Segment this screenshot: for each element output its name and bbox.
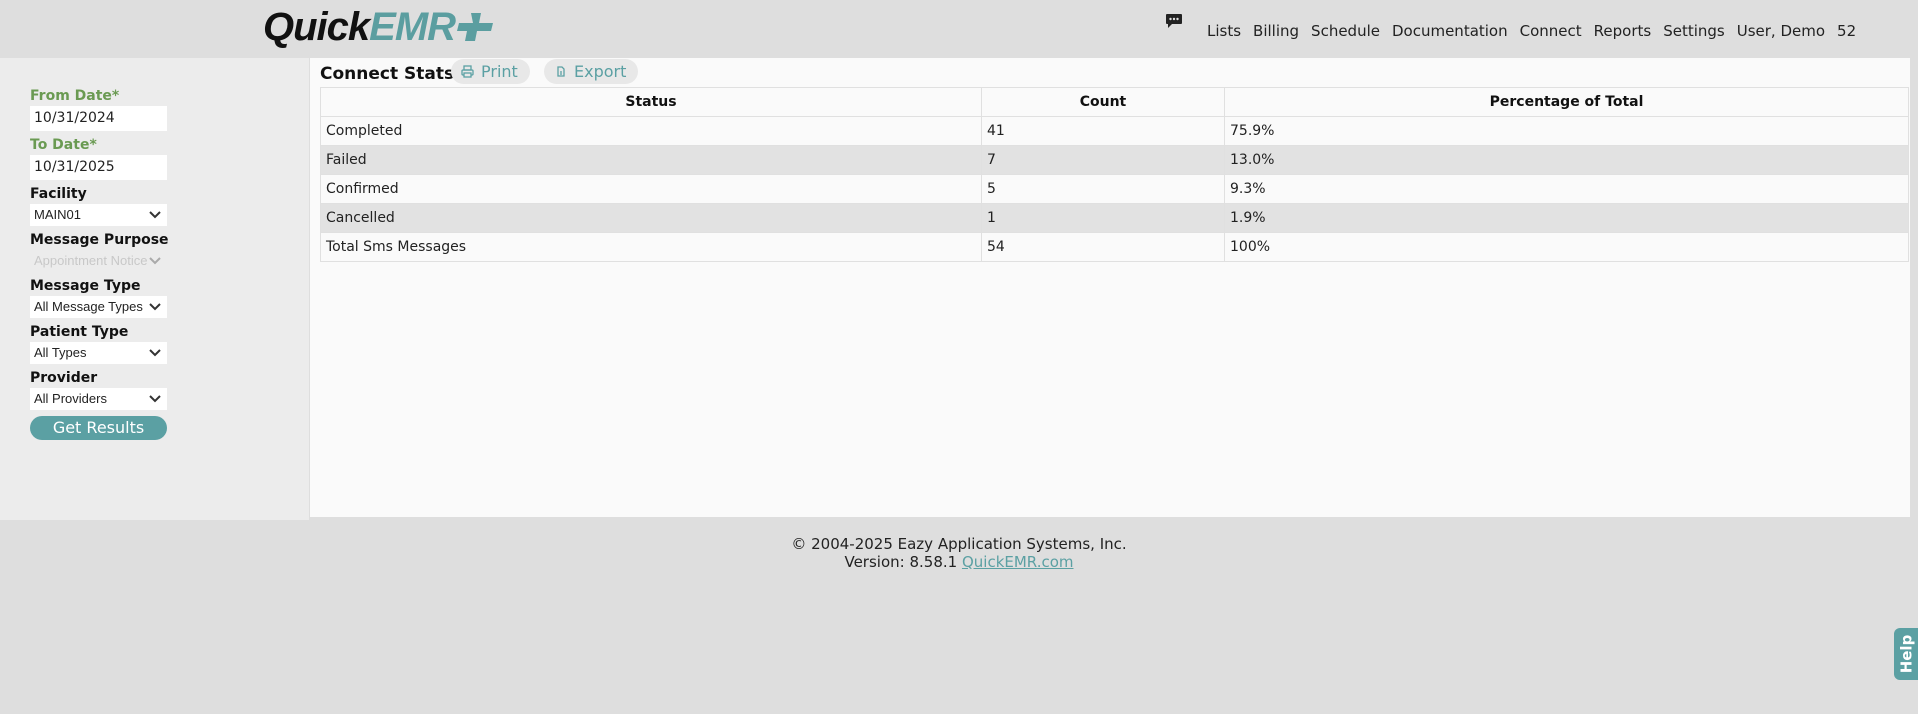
quickemr-logo[interactable]: Quick EMR: [263, 4, 497, 49]
cell-status: Total Sms Messages: [320, 232, 982, 262]
export-label: Export: [574, 62, 627, 81]
nav-documentation[interactable]: Documentation: [1392, 22, 1508, 40]
nav-settings[interactable]: Settings: [1663, 22, 1725, 40]
provider-select[interactable]: All Providers: [30, 388, 167, 410]
from-date-input[interactable]: 10/31/2024: [30, 106, 167, 131]
provider-select-value: All Providers: [34, 391, 107, 406]
cell-count: 54: [981, 232, 1225, 262]
filter-sidebar: From Date* 10/31/2024 To Date* 10/31/202…: [0, 58, 309, 520]
printer-icon: [461, 65, 474, 78]
to-date-label: To Date*: [30, 137, 97, 153]
patient-type-label: Patient Type: [30, 324, 129, 340]
header-status[interactable]: Status: [320, 87, 982, 117]
logo-plus-icon: [457, 13, 494, 41]
help-tab[interactable]: Help: [1894, 628, 1918, 680]
footer-site-link[interactable]: QuickEMR.com: [962, 553, 1074, 571]
footer-version-text: Version: 8.58.1: [844, 553, 958, 571]
table-row: Cancelled 1 1.9%: [320, 203, 1909, 233]
nav-user-menu[interactable]: User, Demo: [1737, 22, 1825, 40]
chevron-down-icon: [149, 257, 161, 265]
stats-table: Status Count Percentage of Total Complet…: [320, 87, 1909, 262]
cell-percentage: 75.9%: [1224, 116, 1909, 146]
to-date-input[interactable]: 10/31/2025: [30, 155, 167, 180]
table-row: Confirmed 5 9.3%: [320, 174, 1909, 204]
page-footer: © 2004-2025 Eazy Application Systems, In…: [0, 535, 1918, 571]
report-panel: Connect Stats Print Export Status Count …: [310, 58, 1910, 517]
help-label: Help: [1897, 634, 1916, 674]
cell-percentage: 13.0%: [1224, 145, 1909, 175]
from-date-label: From Date*: [30, 88, 120, 104]
table-row: Completed 41 75.9%: [320, 116, 1909, 146]
table-row: Failed 7 13.0%: [320, 145, 1909, 175]
message-type-value: All Message Types: [34, 299, 143, 314]
cell-status: Failed: [320, 145, 982, 175]
facility-select-value: MAIN01: [34, 207, 81, 222]
chevron-down-icon: [149, 395, 161, 403]
logo-emr-text: EMR: [369, 4, 456, 49]
table-header-row: Status Count Percentage of Total: [320, 87, 1909, 117]
table-row-total: Total Sms Messages 54 100%: [320, 232, 1909, 262]
nav-reports[interactable]: Reports: [1594, 22, 1652, 40]
facility-label: Facility: [30, 186, 87, 202]
patient-type-value: All Types: [34, 345, 87, 360]
cell-count: 7: [981, 145, 1225, 175]
cell-count: 5: [981, 174, 1225, 204]
chat-bubble-icon[interactable]: [1165, 13, 1183, 29]
cell-count: 41: [981, 116, 1225, 146]
header-percentage[interactable]: Percentage of Total: [1224, 87, 1909, 117]
message-purpose-value: Appointment Notice: [34, 253, 148, 268]
footer-version: Version: 8.58.1 QuickEMR.com: [0, 553, 1918, 571]
nav-count-badge[interactable]: 52: [1837, 22, 1856, 40]
message-type-label: Message Type: [30, 278, 141, 294]
page-title: Connect Stats: [320, 64, 455, 84]
cell-percentage: 1.9%: [1224, 203, 1909, 233]
nav-schedule[interactable]: Schedule: [1311, 22, 1380, 40]
facility-select[interactable]: MAIN01: [30, 204, 167, 226]
message-purpose-select: Appointment Notice: [30, 250, 167, 272]
cell-status: Confirmed: [320, 174, 982, 204]
message-type-select[interactable]: All Message Types: [30, 296, 167, 318]
patient-type-select[interactable]: All Types: [30, 342, 167, 364]
print-button[interactable]: Print: [451, 59, 530, 84]
nav-billing[interactable]: Billing: [1253, 22, 1299, 40]
cell-percentage: 9.3%: [1224, 174, 1909, 204]
cell-status: Cancelled: [320, 203, 982, 233]
provider-label: Provider: [30, 370, 98, 386]
message-purpose-label: Message Purpose: [30, 232, 169, 248]
top-navigation: Lists Billing Schedule Documentation Con…: [1207, 22, 1868, 40]
print-label: Print: [481, 62, 518, 81]
chevron-down-icon: [149, 211, 161, 219]
get-results-button[interactable]: Get Results: [30, 416, 167, 440]
chevron-down-icon: [149, 349, 161, 357]
cell-percentage: 100%: [1224, 232, 1909, 262]
chevron-down-icon: [149, 303, 161, 311]
export-icon: [557, 66, 565, 77]
export-button[interactable]: Export: [544, 59, 639, 84]
footer-copyright: © 2004-2025 Eazy Application Systems, In…: [791, 535, 1127, 553]
cell-status: Completed: [320, 116, 982, 146]
nav-lists[interactable]: Lists: [1207, 22, 1241, 40]
header-count[interactable]: Count: [981, 87, 1225, 117]
app-header: Quick EMR Lists Billing Schedule Document…: [0, 0, 1918, 58]
nav-connect[interactable]: Connect: [1520, 22, 1582, 40]
logo-quick-text: Quick: [263, 4, 370, 49]
cell-count: 1: [981, 203, 1225, 233]
